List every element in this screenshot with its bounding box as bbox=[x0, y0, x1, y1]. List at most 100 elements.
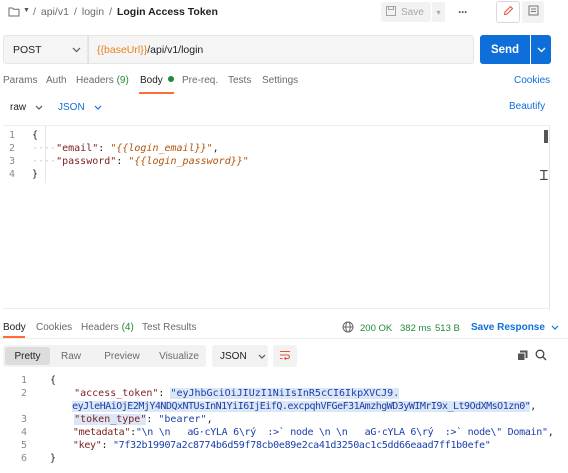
key-value: "7f32b19907a2c8774b6d59f78cb0e89e2ca41d3… bbox=[112, 440, 491, 451]
email-key: "email" bbox=[56, 143, 99, 154]
response-body-viewer[interactable]: 1 { 2 "access_token": "eyJhbGciOiJIUzI1N… bbox=[3, 373, 563, 473]
response-line-2: 2 "access_token": "eyJhbGciOiJIUzI1NiIsI… bbox=[3, 388, 400, 399]
method-select[interactable]: POST bbox=[3, 35, 88, 64]
email-value: "{{login_email}}" bbox=[110, 143, 213, 154]
save-options-caret[interactable]: ▾ bbox=[431, 2, 445, 22]
cookies-link[interactable]: Cookies bbox=[514, 75, 550, 86]
code-line: "token_type": "bearer", bbox=[74, 414, 213, 425]
chevron-down-icon bbox=[94, 105, 102, 110]
tab-headers-count: (9) bbox=[116, 75, 129, 86]
line-number: 1 bbox=[20, 375, 27, 386]
tab-body[interactable]: Body bbox=[140, 75, 174, 86]
code-close-brace: } bbox=[32, 169, 39, 180]
metadata-key: "metadata" bbox=[72, 427, 131, 438]
breadcrumb-item-login[interactable]: login bbox=[82, 6, 104, 18]
view-preview-button[interactable]: Preview bbox=[98, 347, 146, 365]
pane-resize-handle[interactable] bbox=[549, 125, 550, 310]
colon: : bbox=[98, 143, 105, 154]
editor-scrollbar[interactable] bbox=[544, 130, 548, 143]
response-size[interactable]: 513 B bbox=[435, 323, 460, 334]
view-visualize-button[interactable]: Visualize bbox=[154, 347, 204, 365]
access-token-value-part-1: "eyJhbGciOiJIUzI1NiIsInR5cCI6IkpXVCJ9. bbox=[170, 388, 400, 399]
send-options-button[interactable] bbox=[531, 35, 551, 64]
request-tabs: Params Auth Headers (9) Body Pre-req. Te… bbox=[3, 75, 550, 95]
editor-line-2: 2 ····"email": "{{login_email}}", bbox=[3, 143, 219, 156]
line-number: 4 bbox=[8, 169, 15, 180]
password-value: "{{login_password}}" bbox=[128, 156, 249, 167]
code-line: "key": "7f32b19907a2c8774b6d59f78cb0e89e… bbox=[72, 440, 491, 451]
request-body-editor[interactable]: 1 { 2 ····"email": "{{login_email}}", 3 … bbox=[3, 125, 550, 309]
code-open-brace: { bbox=[50, 375, 57, 386]
editor-line-3: 3 ····"password": "{{login_password}}" bbox=[3, 156, 249, 169]
status-code[interactable]: 200 OK bbox=[360, 323, 392, 334]
code-line: "metadata":"\n \n aG·cYLA 6\rý :>` node … bbox=[72, 427, 554, 438]
response-tab-cookies[interactable]: Cookies bbox=[36, 322, 72, 333]
breadcrumb-bar: ▼ / api/v1 / login / Login Access Token … bbox=[0, 0, 568, 28]
save-icon bbox=[386, 5, 396, 19]
chevron-down-icon bbox=[258, 354, 266, 359]
globe-icon[interactable] bbox=[342, 321, 354, 336]
beautify-link[interactable]: Beautify bbox=[509, 101, 545, 112]
breadcrumb: / api/v1 / login / Login Access Token bbox=[33, 6, 218, 18]
edit-button[interactable] bbox=[496, 1, 520, 23]
line-number: 5 bbox=[20, 440, 27, 451]
editor-gutter-line bbox=[45, 126, 46, 183]
search-icon[interactable] bbox=[535, 349, 547, 364]
line-number: 3 bbox=[20, 414, 27, 425]
response-line-3: 3 "token_type": "bearer", bbox=[3, 414, 213, 425]
tab-headers[interactable]: Headers (9) bbox=[76, 75, 129, 86]
tab-prereq[interactable]: Pre-req. bbox=[182, 75, 218, 86]
response-tab-body[interactable]: Body bbox=[3, 322, 26, 333]
token-type-value: "bearer" bbox=[158, 414, 207, 425]
send-button[interactable]: Send bbox=[480, 35, 530, 64]
more-options-button[interactable]: ··· bbox=[458, 5, 468, 19]
divider bbox=[0, 338, 568, 339]
password-key: "password" bbox=[56, 156, 117, 167]
view-raw-button[interactable]: Raw bbox=[53, 347, 89, 365]
line-number: 2 bbox=[20, 388, 27, 399]
save-label: Save bbox=[401, 6, 424, 18]
tab-auth[interactable]: Auth bbox=[46, 75, 67, 86]
response-tab-headers[interactable]: Headers (4) bbox=[81, 322, 134, 333]
access-token-key: "access_token" bbox=[74, 388, 159, 399]
response-line-2-wrap: eyJleHAiOjE2MjY4NDQxNTUsInN1YiI6IjEifQ.e… bbox=[3, 401, 536, 412]
line-number: 2 bbox=[8, 143, 15, 154]
comments-icon bbox=[528, 5, 539, 19]
tab-tests[interactable]: Tests bbox=[228, 75, 251, 86]
response-line-6: 6 } bbox=[3, 453, 56, 464]
view-pretty-button[interactable]: Pretty bbox=[5, 347, 50, 365]
copy-icon[interactable] bbox=[517, 350, 528, 364]
breadcrumb-item-api[interactable]: api/v1 bbox=[41, 6, 69, 18]
url-path: /api/v1/login bbox=[147, 43, 204, 56]
response-headers-label: Headers bbox=[81, 322, 119, 333]
edit-icon bbox=[503, 5, 514, 19]
caret-down-icon[interactable]: ▼ bbox=[23, 7, 30, 14]
response-time[interactable]: 382 ms bbox=[400, 323, 431, 334]
code-open-brace: { bbox=[32, 130, 39, 141]
response-tabs: Body Cookies Headers (4) Test Results 20… bbox=[3, 321, 559, 338]
body-dot-indicator bbox=[167, 76, 174, 82]
comma: , bbox=[212, 143, 219, 154]
response-tab-test-results[interactable]: Test Results bbox=[142, 322, 196, 333]
tab-settings[interactable]: Settings bbox=[262, 75, 298, 86]
wrap-lines-button[interactable] bbox=[273, 345, 297, 367]
request-name[interactable]: Login Access Token bbox=[117, 6, 218, 18]
response-line-4: 4 "metadata":"\n \n aG·cYLA 6\rý :>` nod… bbox=[3, 427, 554, 438]
body-language-value: JSON bbox=[58, 101, 85, 113]
save-button[interactable]: Save bbox=[381, 2, 431, 22]
body-mode-value: raw bbox=[10, 101, 27, 113]
chevron-down-icon bbox=[72, 44, 81, 56]
url-input[interactable]: {{baseUrl}} /api/v1/login bbox=[88, 35, 474, 64]
response-line-1: 1 { bbox=[3, 375, 56, 386]
response-format-select[interactable]: JSON bbox=[212, 345, 268, 367]
wrap-lines-icon bbox=[279, 350, 291, 363]
body-language-select[interactable]: JSON bbox=[58, 97, 102, 117]
folder-icon[interactable] bbox=[8, 6, 20, 20]
active-tab-underline bbox=[139, 92, 174, 94]
body-mode-select[interactable]: raw bbox=[3, 97, 49, 117]
tab-params[interactable]: Params bbox=[3, 75, 37, 86]
save-response-button[interactable]: Save Response bbox=[471, 322, 559, 333]
format-value: JSON bbox=[220, 350, 247, 362]
tab-body-label: Body bbox=[140, 75, 163, 86]
comments-button[interactable] bbox=[522, 1, 544, 23]
